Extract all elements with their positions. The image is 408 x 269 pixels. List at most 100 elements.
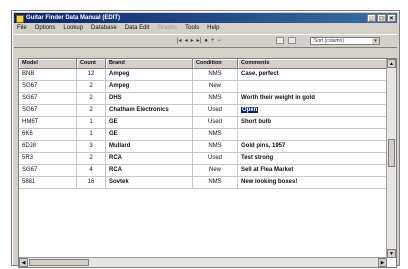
next-record-button[interactable]: ▸ <box>191 38 194 45</box>
cell-model[interactable]: SG67 <box>19 81 77 92</box>
table-row[interactable]: 5881 16 Sovtek NMS New looking boxes! <box>19 177 387 189</box>
cell-brand[interactable]: Sovtek <box>106 177 193 188</box>
menu-file[interactable]: File <box>17 24 27 33</box>
menu-database[interactable]: Database <box>91 24 117 33</box>
table-row[interactable]: BNB 12 Ampeg NMS Case, perfect <box>19 69 387 81</box>
scroll-up-icon[interactable]: ▲ <box>387 59 396 68</box>
menu-data-edit[interactable]: Data Edit <box>125 24 150 33</box>
cell-model[interactable]: BNB <box>19 69 77 80</box>
cell-comments[interactable]: Short bulb <box>238 117 387 128</box>
scroll-down-icon[interactable]: ▼ <box>387 249 396 258</box>
cell-brand[interactable]: Ampeg <box>106 81 193 92</box>
cell-condition[interactable]: NMS <box>193 129 238 140</box>
cell-count[interactable]: 1 <box>77 117 106 128</box>
cell-count[interactable]: 2 <box>77 81 106 92</box>
selected-cell-text[interactable]: Open <box>241 107 259 113</box>
cell-condition[interactable]: NMS <box>193 177 238 188</box>
grid-header: Model Count Brand Condition Comments <box>19 59 387 69</box>
chevron-down-icon[interactable]: ▾ <box>372 38 379 44</box>
table-row[interactable]: SG67 2 Ampeg New <box>19 81 387 93</box>
cell-brand[interactable]: Ampeg <box>106 69 193 80</box>
cell-comments[interactable]: Gold pins, 1957 <box>238 141 387 152</box>
cell-count[interactable]: 2 <box>77 93 106 104</box>
cell-brand[interactable]: GE <box>106 129 193 140</box>
cell-brand[interactable]: RCA <box>106 165 193 176</box>
menu-options[interactable]: Options <box>35 24 56 33</box>
cell-count[interactable]: 4 <box>77 165 106 176</box>
prev-record-button[interactable]: ◂ <box>185 38 188 45</box>
cell-brand[interactable]: RCA <box>106 153 193 164</box>
column-header-comments[interactable]: Comments <box>238 59 387 68</box>
scroll-left-icon[interactable]: ◀ <box>19 258 28 267</box>
scroll-right-icon[interactable]: ▶ <box>378 258 387 267</box>
table-row[interactable]: SG67 4 RCA New Sell at Flea Market <box>19 165 387 177</box>
cell-model[interactable]: 6K6 <box>19 129 77 140</box>
menu-graphs[interactable]: Graphs <box>157 24 177 33</box>
table-row[interactable]: SG67 2 Chatham Electronics Used Open <box>19 105 387 117</box>
cell-condition[interactable]: Used <box>193 105 238 116</box>
cell-condition[interactable]: NMS <box>193 141 238 152</box>
data-grid: Model Count Brand Condition Comments BNB… <box>18 58 397 268</box>
cell-model[interactable]: SG67 <box>19 105 77 116</box>
cell-condition[interactable]: New <box>193 165 238 176</box>
cell-comments[interactable]: Case, perfect <box>238 69 387 80</box>
cell-count[interactable]: 3 <box>77 141 106 152</box>
cell-comments[interactable]: New looking boxes! <box>238 177 387 188</box>
cell-count[interactable]: 12 <box>77 69 106 80</box>
cell-count[interactable]: 2 <box>77 153 106 164</box>
close-button[interactable]: × <box>387 14 396 22</box>
cell-comments[interactable]: Sell at Flea Market <box>238 165 387 176</box>
cell-model[interactable]: 5881 <box>19 177 77 188</box>
post-record-button[interactable]: ● <box>204 38 208 45</box>
table-row[interactable]: SG67 2 DHS NMS Worth their weight in gol… <box>19 93 387 105</box>
cell-model[interactable]: 5R3 <box>19 153 77 164</box>
table-row[interactable]: HM6T 1 GE Used Short bulb <box>19 117 387 129</box>
cell-condition[interactable]: Used <box>193 153 238 164</box>
sort-label: Sort (column) <box>314 38 345 44</box>
cell-comments[interactable] <box>238 81 387 92</box>
cell-count[interactable]: 2 <box>77 105 106 116</box>
cell-brand[interactable]: Mullard <box>106 141 193 152</box>
last-record-button[interactable]: ▸| <box>197 38 202 45</box>
cell-model[interactable]: 6DJ8 <box>19 141 77 152</box>
cell-comments[interactable] <box>238 129 387 140</box>
cell-condition[interactable]: NMS <box>193 69 238 80</box>
cell-brand[interactable]: Chatham Electronics <box>106 105 193 116</box>
edit-icon[interactable] <box>276 37 284 44</box>
first-record-button[interactable]: |◂ <box>177 38 182 45</box>
horizontal-scroll-thumb[interactable] <box>29 259 89 266</box>
cell-count[interactable]: 1 <box>77 129 106 140</box>
table-row[interactable]: 5R3 2 RCA Used Test strong <box>19 153 387 165</box>
sort-dropdown[interactable]: Sort (column) ▾ <box>310 37 380 45</box>
delete-record-button[interactable]: − <box>217 38 221 45</box>
cell-condition[interactable]: New <box>193 81 238 92</box>
menu-tools[interactable]: Tools <box>185 24 199 33</box>
horizontal-scrollbar[interactable]: ◀ ▶ <box>19 257 387 267</box>
vertical-scroll-thumb[interactable] <box>388 139 395 167</box>
table-row[interactable]: 6K6 1 GE NMS <box>19 129 387 141</box>
cell-comments[interactable]: Worth their weight in gold <box>238 93 387 104</box>
cell-count[interactable]: 16 <box>77 177 106 188</box>
vertical-scrollbar[interactable]: ▲ ▼ <box>386 59 396 258</box>
maximize-button[interactable]: □ <box>377 14 386 22</box>
column-header-brand[interactable]: Brand <box>106 59 193 68</box>
column-header-count[interactable]: Count <box>77 59 106 68</box>
cell-condition[interactable]: Used <box>193 117 238 128</box>
cell-model[interactable]: SG67 <box>19 93 77 104</box>
filter-icon[interactable] <box>288 37 296 44</box>
cell-comments[interactable]: Test strong <box>238 153 387 164</box>
column-header-condition[interactable]: Condition <box>193 59 238 68</box>
cell-condition[interactable]: NMS <box>193 93 238 104</box>
column-header-model[interactable]: Model <box>19 59 77 68</box>
menu-help[interactable]: Help <box>207 24 219 33</box>
minimize-button[interactable]: _ <box>367 14 376 22</box>
cell-brand[interactable]: GE <box>106 117 193 128</box>
cell-brand[interactable]: DHS <box>106 93 193 104</box>
cell-model[interactable]: SG67 <box>19 165 77 176</box>
cell-model[interactable]: HM6T <box>19 117 77 128</box>
cell-comments-selected[interactable]: Open <box>238 105 387 116</box>
table-row[interactable]: 6DJ8 3 Mullard NMS Gold pins, 1957 <box>19 141 387 153</box>
menu-lookup[interactable]: Lookup <box>63 24 83 33</box>
insert-record-button[interactable]: + <box>211 38 215 45</box>
window-title: Guitar Finder Data Manual (EDIT) <box>26 15 121 21</box>
